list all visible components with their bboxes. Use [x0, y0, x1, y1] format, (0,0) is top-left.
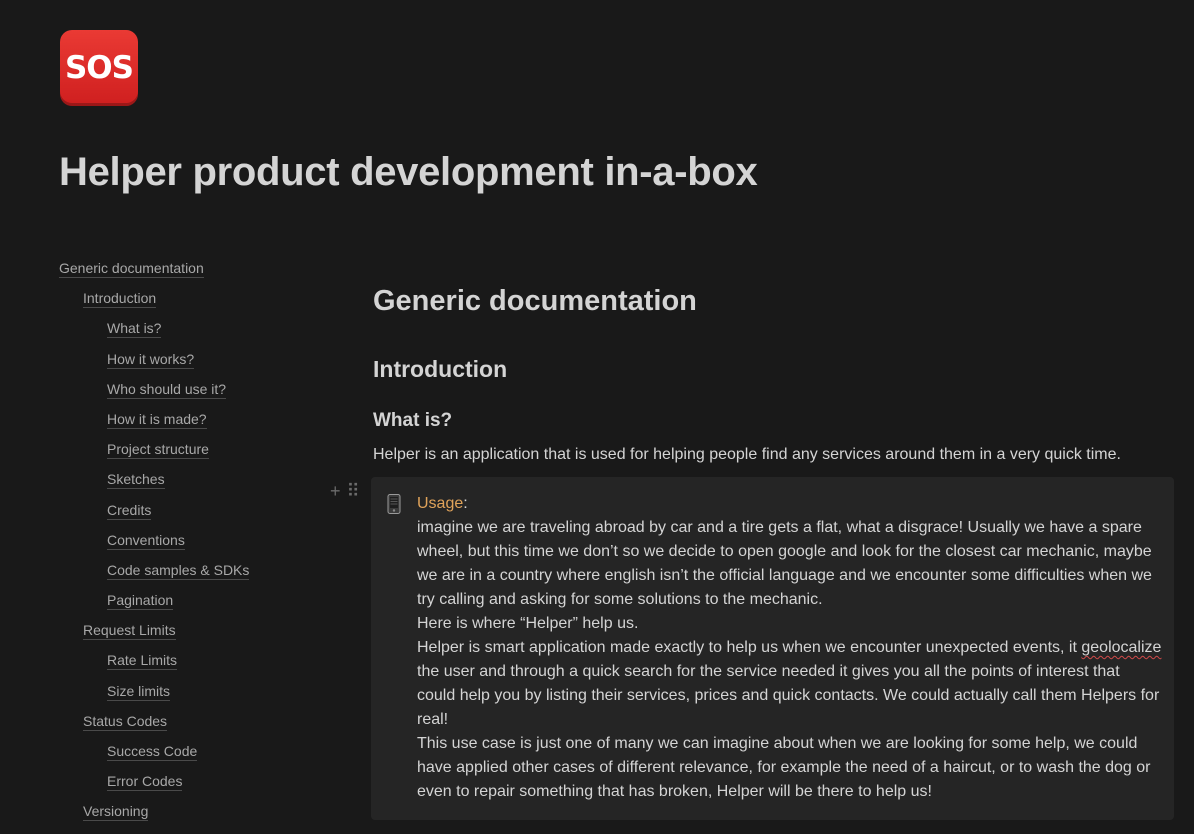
toc-item-introduction[interactable]: Introduction	[59, 288, 329, 318]
sos-icon-label: SOS	[64, 50, 134, 86]
add-block-icon[interactable]: +	[330, 481, 341, 501]
usage-callout[interactable]: Usage: imagine we are traveling abroad b…	[371, 477, 1174, 820]
toc-item-status-codes[interactable]: Status Codes	[59, 711, 329, 741]
mobile-phone-icon[interactable]	[387, 494, 401, 514]
drag-handle-icon[interactable]: ⠿	[347, 481, 360, 501]
misspelled-word[interactable]: geolocalize	[1081, 639, 1161, 656]
toc-item-rate-limits[interactable]: Rate Limits	[59, 650, 329, 680]
usage-label-colon: :	[463, 495, 468, 512]
callout-paragraph-2: Here is where “Helper” help us.	[417, 615, 639, 632]
callout-text[interactable]: Usage: imagine we are traveling abroad b…	[417, 492, 1162, 804]
callout-paragraph-1: imagine we are traveling abroad by car a…	[417, 519, 1152, 608]
heading-introduction[interactable]: Introduction	[373, 356, 507, 383]
toc-item-credits[interactable]: Credits	[59, 500, 329, 530]
toc-item-sketches[interactable]: Sketches	[59, 469, 329, 499]
toc-item-generic-documentation[interactable]: Generic documentation	[59, 258, 329, 288]
callout-paragraph-4: This use case is just one of many we can…	[417, 735, 1151, 800]
toc-item-error-codes[interactable]: Error Codes	[59, 771, 329, 801]
usage-heading-line: Usage:	[417, 492, 1162, 516]
toc-item-pagination[interactable]: Pagination	[59, 590, 329, 620]
toc-item-how-it-works[interactable]: How it works?	[59, 349, 329, 379]
heading-generic-documentation[interactable]: Generic documentation	[373, 285, 697, 318]
usage-label: Usage	[417, 495, 464, 512]
page-title[interactable]: Helper product development in-a-box	[59, 150, 758, 195]
table-of-contents: Generic documentation Introduction What …	[59, 258, 329, 832]
toc-item-size-limits[interactable]: Size limits	[59, 681, 329, 711]
page: SOS Helper product development in-a-box …	[0, 0, 1194, 834]
toc-item-success-code[interactable]: Success Code	[59, 741, 329, 771]
heading-what-is[interactable]: What is?	[373, 410, 452, 432]
block-handles: + ⠿	[330, 481, 360, 501]
toc-item-code-samples-sdks[interactable]: Code samples & SDKs	[59, 560, 329, 590]
toc-item-request-limits[interactable]: Request Limits	[59, 620, 329, 650]
callout-paragraph-3: Helper is smart application made exactly…	[417, 639, 1162, 728]
toc-item-project-structure[interactable]: Project structure	[59, 439, 329, 469]
toc-item-what-is[interactable]: What is?	[59, 318, 329, 348]
toc-item-versioning[interactable]: Versioning	[59, 801, 329, 831]
sos-page-icon[interactable]: SOS	[60, 30, 138, 106]
toc-item-conventions[interactable]: Conventions	[59, 530, 329, 560]
toc-item-who-should-use-it[interactable]: Who should use it?	[59, 379, 329, 409]
toc-item-how-it-is-made[interactable]: How it is made?	[59, 409, 329, 439]
intro-paragraph[interactable]: Helper is an application that is used fo…	[373, 446, 1121, 464]
